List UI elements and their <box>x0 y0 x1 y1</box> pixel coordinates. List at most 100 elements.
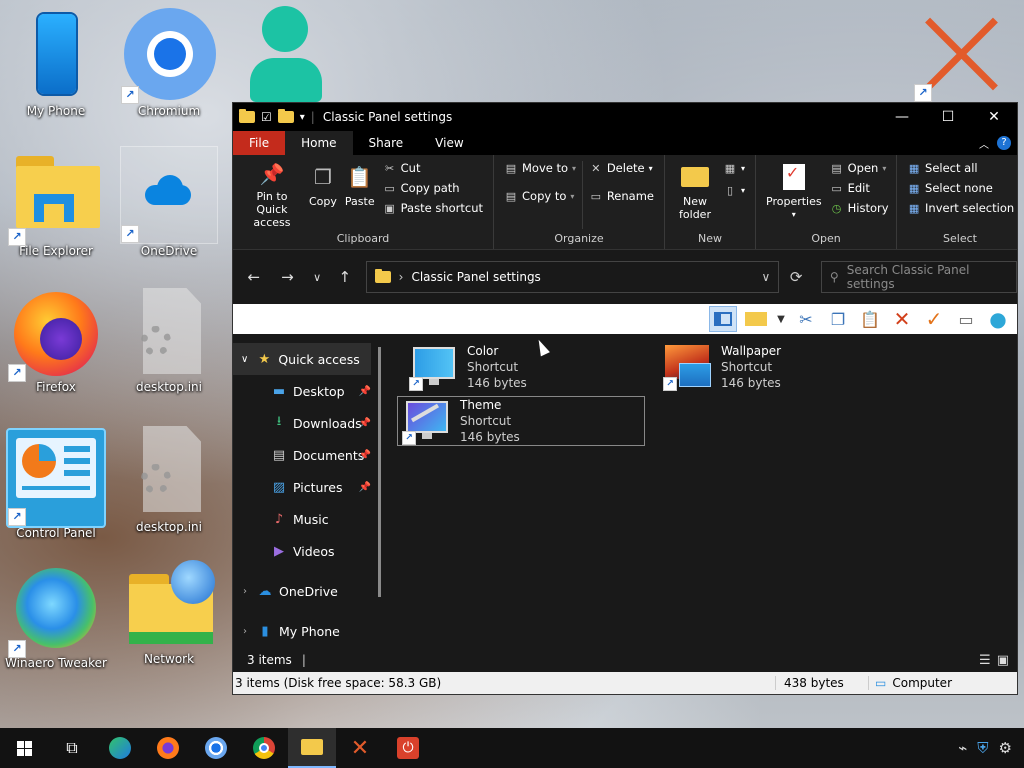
recent-locations-chevron-icon[interactable]: ∨ <box>304 271 330 284</box>
taskbar-firefox[interactable] <box>144 728 192 768</box>
desktop-icon-desktop-ini-1[interactable]: desktop.ini <box>119 286 219 416</box>
file-item-theme[interactable]: ↗ Theme Shortcut 146 bytes <box>397 396 645 446</box>
edit-button[interactable]: ▭ Edit <box>830 181 889 195</box>
cut-icon[interactable]: ✂ <box>793 307 819 331</box>
easy-access-icon: ▯ <box>726 183 734 197</box>
large-icons-view-icon[interactable]: ▣ <box>997 653 1009 668</box>
desktop-icon-my-phone[interactable]: My Phone <box>6 8 106 138</box>
nav-pictures[interactable]: ▨ Pictures 📌 <box>233 471 381 503</box>
expand-chevron-icon[interactable]: ∨ <box>241 354 248 365</box>
desktop-icon-firefox[interactable]: ↗ Firefox <box>6 286 106 416</box>
paste-button[interactable]: 📋 Paste <box>341 161 379 229</box>
collapse-ribbon-icon[interactable]: ︿ <box>979 136 989 151</box>
pin-to-quick-access-button[interactable]: 📌 Pin to Quick access <box>239 161 305 229</box>
cut-button[interactable]: ✂ Cut <box>383 161 483 175</box>
taskbar-chromium[interactable] <box>192 728 240 768</box>
help-icon[interactable]: ? <box>997 136 1011 150</box>
properties-checkmark-icon[interactable]: ☑ <box>261 110 272 124</box>
rename-button[interactable]: ▭ Rename <box>589 189 654 203</box>
select-folder-icon[interactable] <box>743 307 769 331</box>
navigation-pane-toggle-icon[interactable] <box>709 306 737 332</box>
desktop-icon-file-explorer[interactable]: ↗ File Explorer <box>6 150 106 280</box>
select-none-button[interactable]: ▦ Select none <box>907 181 1014 195</box>
minimize-button[interactable]: — <box>879 103 925 131</box>
copy-to-button[interactable]: ▤ Copy to ▾ <box>504 189 576 203</box>
taskbar-chrome[interactable] <box>240 728 288 768</box>
nav-my-phone[interactable]: › ▮ My Phone <box>233 615 381 647</box>
window-title: Classic Panel settings <box>322 110 453 124</box>
taskbar-shutdown-app[interactable]: ⏻ <box>384 728 432 768</box>
taskbar-edge[interactable] <box>96 728 144 768</box>
easy-access-button[interactable]: ▯ ▾ <box>723 183 745 197</box>
move-to-button[interactable]: ▤ Move to ▾ <box>504 161 576 175</box>
close-button[interactable]: ✕ <box>971 103 1017 131</box>
file-size: 146 bytes <box>460 430 520 444</box>
desktop-icon-control-panel[interactable]: ↗ Control Panel <box>6 428 106 558</box>
desktop-icon-chromium[interactable]: ↗ Chromium <box>119 8 219 138</box>
file-size: 146 bytes <box>721 376 781 390</box>
properties-check-icon[interactable]: ✓ <box>921 307 947 331</box>
new-folder-icon[interactable] <box>277 109 294 123</box>
network-disconnected-icon[interactable]: ⌁ <box>958 739 967 757</box>
collapse-chevron-icon[interactable]: › <box>243 586 247 597</box>
shell-icon[interactable]: ● <box>985 307 1011 331</box>
nav-music[interactable]: ♪ Music <box>233 503 381 535</box>
copy-button[interactable]: ❐ Copy <box>305 161 341 229</box>
desktop-icon-network[interactable]: Network <box>119 560 219 692</box>
up-arrow-icon[interactable]: ↑ <box>330 268 360 286</box>
nav-videos[interactable]: ▶ Videos <box>233 535 381 567</box>
file-item-color[interactable]: ↗ Color Shortcut 146 bytes <box>409 343 649 391</box>
desktop-icon-desktop-ini-2[interactable]: desktop.ini <box>119 424 219 554</box>
tab-view[interactable]: View <box>419 131 479 155</box>
properties-button[interactable]: ✓ Properties ▾ <box>762 161 826 229</box>
taskbar-winaero[interactable]: ✕ <box>336 728 384 768</box>
refresh-icon[interactable]: ⟳ <box>779 268 813 286</box>
qat-dropdown-icon[interactable]: ▾ <box>300 112 305 123</box>
delete-button[interactable]: ✕ Delete ▾ <box>589 161 654 175</box>
collapse-chevron-icon[interactable]: › <box>243 626 247 637</box>
rename-field-icon[interactable]: ▭ <box>953 307 979 331</box>
forward-arrow-icon[interactable]: → <box>271 268 305 286</box>
nav-desktop[interactable]: ▬ Desktop 📌 <box>233 375 381 407</box>
copy-icon[interactable]: ❐ <box>825 307 851 331</box>
desktop-icon-user[interactable] <box>232 6 332 102</box>
invert-selection-button[interactable]: ▦ Invert selection <box>907 201 1014 215</box>
tab-file[interactable]: File <box>233 131 286 155</box>
paste-shortcut-button[interactable]: ▣ Paste shortcut <box>383 201 483 215</box>
toolbar-dropdown-icon[interactable]: ▼ <box>775 307 787 331</box>
delete-icon[interactable]: ✕ <box>889 307 915 331</box>
select-all-button[interactable]: ▦ Select all <box>907 161 1014 175</box>
nav-downloads[interactable]: ⭳ Downloads 📌 <box>233 407 381 439</box>
open-button[interactable]: ▤ Open ▾ <box>830 161 889 175</box>
desktop-icon: ▬ <box>272 383 286 399</box>
copy-path-button[interactable]: ▭ Copy path <box>383 181 483 195</box>
gear-icon[interactable]: ⚙ <box>999 739 1012 757</box>
security-warning-icon[interactable]: ⛨ <box>977 739 988 757</box>
nav-quick-access[interactable]: ∨ ★ Quick access <box>233 343 371 375</box>
title-bar[interactable]: ☑ ▾ | Classic Panel settings — ☐ ✕ <box>233 103 1017 131</box>
search-input[interactable]: ⚲ Search Classic Panel settings <box>820 261 1017 293</box>
delete-x-icon: ✕ <box>591 161 601 175</box>
task-view-button[interactable]: ⧉ <box>48 728 96 768</box>
back-arrow-icon[interactable]: ← <box>237 268 271 286</box>
address-bar[interactable]: › Classic Panel settings ∨ <box>365 261 780 293</box>
paste-icon[interactable]: 📋 <box>857 307 883 331</box>
nav-onedrive[interactable]: › ☁ OneDrive <box>233 575 381 607</box>
address-dropdown-icon[interactable]: ∨ <box>762 270 771 284</box>
tab-home[interactable]: Home <box>285 131 353 155</box>
history-button[interactable]: ◷ History <box>830 201 889 215</box>
desktop-icon-winaero-close[interactable]: ↗ <box>912 6 1012 102</box>
tab-share[interactable]: Share <box>353 131 420 155</box>
file-item-wallpaper[interactable]: ↗ Wallpaper Shortcut 146 bytes <box>663 343 863 391</box>
taskbar-file-explorer[interactable] <box>288 728 336 768</box>
theme-icon: ↗ <box>402 397 450 445</box>
maximize-button[interactable]: ☐ <box>925 103 971 131</box>
nav-documents[interactable]: ▤ Documents 📌 <box>233 439 381 471</box>
new-folder-button[interactable]: New folder <box>671 161 719 229</box>
start-button[interactable] <box>0 728 48 768</box>
system-tray: ⌁ ⛨ ⚙ <box>958 739 1024 757</box>
details-view-icon[interactable]: ☰ <box>979 653 991 668</box>
desktop-icon-onedrive[interactable]: ↗ OneDrive <box>119 146 219 276</box>
new-item-button[interactable]: ▦ ▾ <box>723 161 745 175</box>
desktop-icon-winaero-tweaker[interactable]: ↗ Winaero Tweaker <box>5 562 107 692</box>
